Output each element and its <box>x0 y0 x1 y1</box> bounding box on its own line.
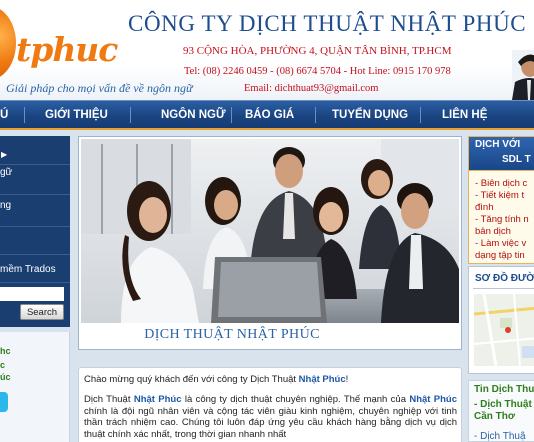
menu-divider <box>0 194 70 195</box>
news-title: Tin Dịch Thuậ <box>474 384 534 395</box>
intro-text: Dịch Thuật <box>84 394 134 405</box>
nav-item-pricing[interactable]: BÁO GIÁ <box>245 101 294 129</box>
left-menu-item[interactable]: ng <box>0 200 11 211</box>
welcome-suffix: ! <box>345 374 349 385</box>
slogan: Giải pháp cho mọi vấn đề về ngôn ngữ <box>6 81 193 95</box>
left-menu-item-trados[interactable]: mềm Trados <box>0 264 56 275</box>
nav-item-home[interactable]: Ú <box>0 101 8 129</box>
sdl-bullet: - Làm việc v <box>475 238 527 249</box>
brand-name: Nhật Phúc <box>133 394 182 405</box>
menu-divider <box>0 226 70 227</box>
company-name: CÔNG TY DỊCH THUẬT NHẬT PHÚC <box>128 11 527 36</box>
social-button[interactable] <box>0 392 8 412</box>
menu-divider <box>0 254 70 255</box>
menu-divider <box>0 164 70 165</box>
intro-text: là công ty dịch thuật chuyên nghiệp. Thế… <box>181 394 410 405</box>
sdl-box-title: DỊCH VỚI <box>475 139 521 150</box>
nav-divider <box>420 107 421 123</box>
intro-paragraph: Dịch Thuật Nhật Phúc là công ty dịch thu… <box>84 394 457 440</box>
sdl-bullet: - Tiết kiệm t <box>475 190 525 201</box>
nav-item-languages[interactable]: NGÔN NGỮ <box>161 101 226 129</box>
logo-orb <box>0 6 16 80</box>
welcome-text: Chào mừng quý khách đến với công ty Dịch… <box>84 374 348 385</box>
company-phones: Tel: (08) 2246 0459 - (08) 6674 5704 - H… <box>184 66 451 77</box>
news-item[interactable]: Cần Thơ <box>474 411 515 422</box>
nav-item-careers[interactable]: TUYỂN DỤNG <box>332 101 408 129</box>
welcome-prefix: Chào mừng quý khách đến với công ty Dịch… <box>84 374 299 385</box>
brand-name: Nhật Phúc <box>298 374 346 385</box>
nav-divider <box>24 107 25 123</box>
staff-photo <box>512 50 534 100</box>
sdl-bullet: bản dịch <box>475 226 511 237</box>
sdl-bullet: - Biên dịch c <box>475 178 528 189</box>
search-input[interactable] <box>0 287 64 301</box>
news-item[interactable]: - Dịch Thuậ <box>474 431 526 442</box>
left-link[interactable]: c <box>0 360 5 370</box>
sdl-bullet: đình <box>475 202 494 213</box>
site-header: tphuc Giải pháp cho mọi vấn đề về ngôn n… <box>0 0 534 100</box>
menu-divider <box>0 282 70 283</box>
map-divider <box>473 288 534 289</box>
nav-divider <box>130 107 131 123</box>
banner-caption: DỊCH THUẬT NHẬT PHÚC <box>144 327 320 342</box>
arrow-right-icon: ▶ <box>1 150 8 159</box>
company-address: 93 CỘNG HÒA, PHƯỜNG 4, QUẬN TÂN BÌNH, TP… <box>183 45 452 57</box>
intro-text: chính là đội ngũ nhân viên và cộng tác v… <box>84 405 457 440</box>
map-image[interactable] <box>474 294 534 366</box>
sdl-bullet: dạng tập tin <box>475 250 525 261</box>
left-link[interactable]: hc <box>0 346 11 356</box>
search-button[interactable]: Search <box>20 304 64 320</box>
banner-box <box>78 136 462 350</box>
site-logo[interactable]: tphuc <box>16 30 118 69</box>
team-photo <box>81 139 459 323</box>
map-title: SƠ ĐỒ ĐƯỜ <box>475 273 534 284</box>
left-menu-item[interactable]: gữ <box>0 167 12 178</box>
sdl-bullet: - Tăng tính n <box>475 214 529 225</box>
nav-item-about[interactable]: GIỚI THIỆU <box>45 101 108 129</box>
news-item[interactable]: - Dịch Thuật <box>474 399 532 410</box>
sdl-box-subtitle: SDL T <box>502 154 531 165</box>
nav-divider <box>231 107 232 123</box>
nav-divider <box>315 107 316 123</box>
brand-name: Nhật Phúc <box>409 394 458 405</box>
nav-item-contact[interactable]: LIÊN HỆ <box>442 101 487 129</box>
company-email: Email: dichthuat93@gmail.com <box>244 83 379 94</box>
main-nav: Ú GIỚI THIỆU NGÔN NGỮ BÁO GIÁ TUYỂN DỤNG… <box>0 100 534 130</box>
left-link[interactable]: úc <box>0 372 11 382</box>
